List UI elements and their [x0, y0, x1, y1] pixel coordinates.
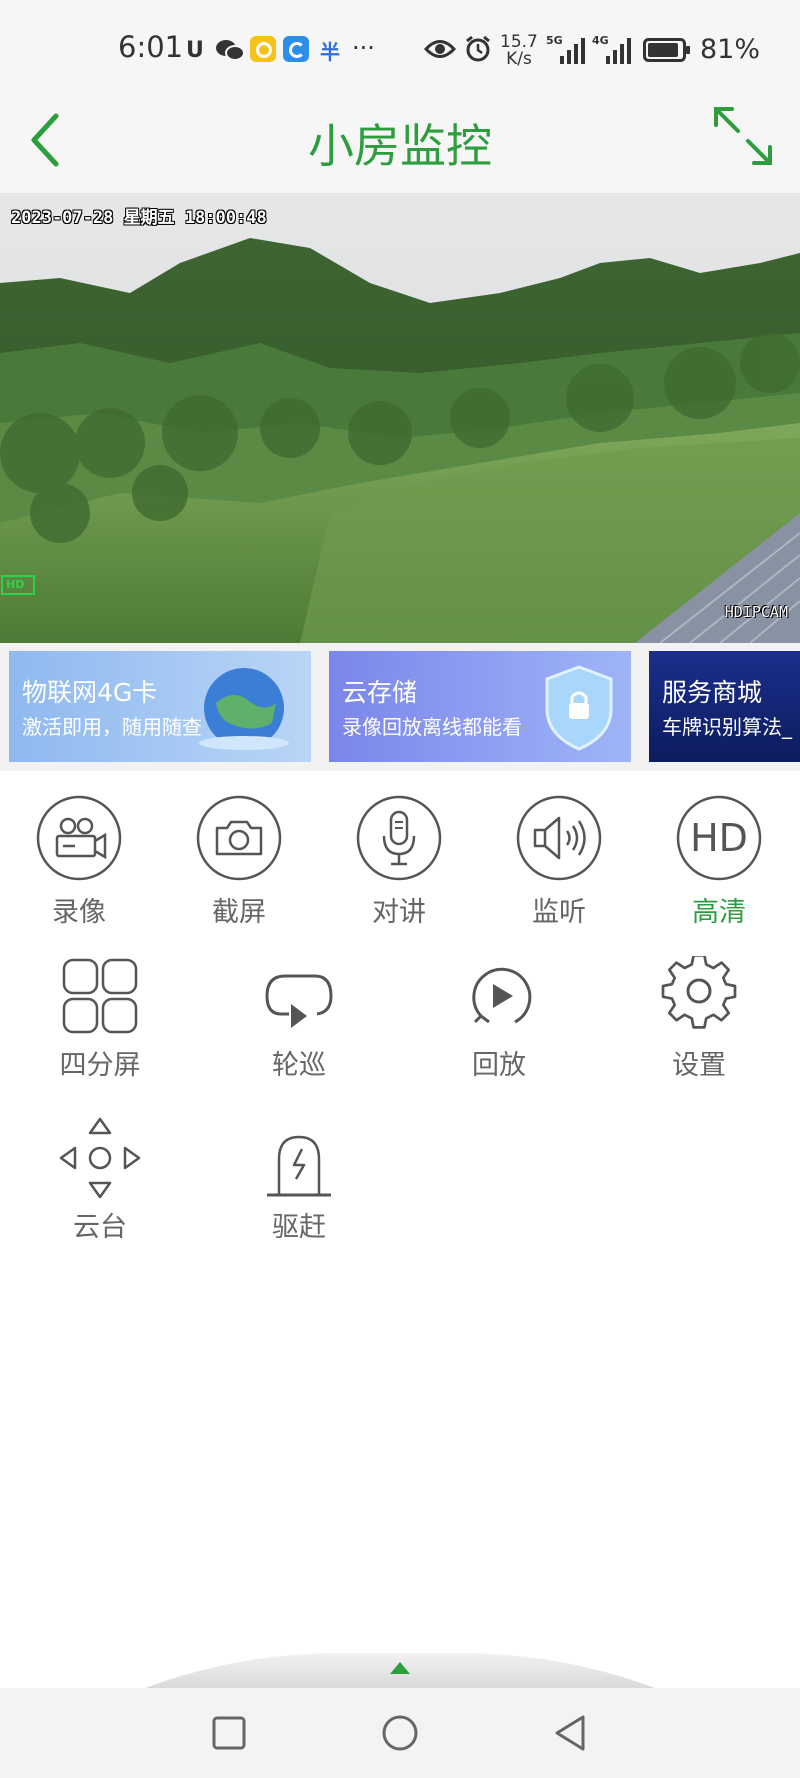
- globe-icon: [199, 668, 289, 750]
- hd-indicator: HD: [6, 578, 25, 591]
- banner-subtitle: 车牌识别算法_: [662, 715, 792, 739]
- camera-watermark: HDIPCAM: [724, 603, 788, 621]
- control-label: 回放: [472, 1050, 526, 1081]
- settings-button[interactable]: 设置: [629, 952, 769, 1082]
- home-icon[interactable]: [381, 1714, 419, 1752]
- record-button[interactable]: 录像: [9, 790, 149, 930]
- control-label: 监听: [532, 897, 586, 928]
- patrol-button[interactable]: 轮巡: [229, 952, 369, 1082]
- alarm-light-icon: [267, 1135, 331, 1197]
- alarm-icon: [466, 35, 490, 62]
- promo-banner-strip: 物联网4G卡 激活即用，随用随查 云存储 录像回放离线都能看 服务商城 车牌识别…: [0, 643, 800, 771]
- playback-button[interactable]: 回放: [429, 952, 569, 1082]
- signal-4g-icon: [606, 38, 631, 64]
- back-icon[interactable]: [553, 1714, 587, 1752]
- control-label: 录像: [52, 897, 106, 928]
- deter-button[interactable]: 驱赶: [229, 1115, 369, 1245]
- control-label: 云台: [73, 1212, 127, 1243]
- ptz-icon: [59, 1117, 141, 1199]
- svg-text:HD: HD: [690, 816, 748, 860]
- screenshot-button[interactable]: 截屏: [169, 790, 309, 930]
- control-label: 截屏: [212, 897, 266, 928]
- control-label: 设置: [672, 1050, 726, 1081]
- status-time: 6:01: [118, 30, 184, 64]
- drawer-handle[interactable]: [0, 1645, 800, 1690]
- chat-app-icon: 半: [320, 40, 340, 64]
- video-camera-icon: [36, 795, 122, 881]
- eye-icon: [424, 40, 456, 58]
- blue-app-icon: [283, 36, 309, 62]
- control-label: 四分屏: [59, 1050, 141, 1081]
- recents-icon[interactable]: [212, 1716, 246, 1750]
- quad-screen-icon: [62, 958, 138, 1034]
- app-header: 小房监控: [0, 90, 800, 193]
- gear-icon: [661, 956, 737, 1029]
- app-notification-icon: U: [186, 38, 204, 63]
- banner-service-mall[interactable]: 服务商城 车牌识别算法_: [649, 651, 800, 762]
- system-nav-bar: [0, 1688, 800, 1778]
- video-scene: [0, 193, 800, 643]
- live-video-view[interactable]: 2023-07-28 星期五 18:00:48 HD HDIPCAM: [0, 193, 800, 643]
- banner-cloud-storage[interactable]: 云存储 录像回放离线都能看: [329, 651, 631, 762]
- ptz-button[interactable]: 云台: [30, 1115, 170, 1245]
- yellow-app-icon: [250, 36, 276, 62]
- banner-subtitle: 录像回放离线都能看: [342, 715, 522, 739]
- intercom-button[interactable]: 对讲: [329, 790, 469, 930]
- banner-title: 服务商城: [662, 678, 763, 707]
- signal-5g-icon: [560, 38, 585, 64]
- control-label: 对讲: [372, 897, 426, 928]
- video-timestamp: 2023-07-28 星期五 18:00:48: [11, 208, 267, 228]
- battery-percentage: 81%: [700, 34, 761, 65]
- shield-lock-icon: [545, 665, 613, 751]
- banner-subtitle: 激活即用，随用随查: [22, 715, 202, 739]
- battery-icon: [643, 38, 690, 62]
- banner-iot-card[interactable]: 物联网4G卡 激活即用，随用随查: [9, 651, 311, 762]
- listen-button[interactable]: 监听: [489, 790, 629, 930]
- quad-screen-button[interactable]: 四分屏: [30, 952, 170, 1082]
- more-notifications-icon: ···: [352, 34, 375, 62]
- wechat-icon: [216, 40, 245, 61]
- patrol-icon: [265, 974, 333, 1028]
- control-label: 驱赶: [272, 1212, 326, 1243]
- hd-quality-button[interactable]: HD 高清: [649, 790, 789, 930]
- banner-title: 云存储: [342, 678, 418, 707]
- banner-title: 物联网4G卡: [22, 678, 158, 707]
- control-label: 轮巡: [272, 1050, 326, 1081]
- status-bar: 6:01 U 半 ··· 15.7 K/s 5G 4G 81%: [0, 0, 800, 90]
- microphone-icon: [356, 795, 442, 881]
- control-label-active: 高清: [692, 897, 746, 928]
- fullscreen-icon[interactable]: [712, 105, 774, 167]
- page-title: 小房监控: [308, 119, 492, 173]
- hd-icon: HD: [676, 795, 762, 881]
- network-speed: 15.7 K/s: [500, 32, 538, 69]
- speaker-icon: [516, 795, 602, 881]
- playback-icon: [472, 967, 532, 1024]
- camera-icon: [196, 795, 282, 881]
